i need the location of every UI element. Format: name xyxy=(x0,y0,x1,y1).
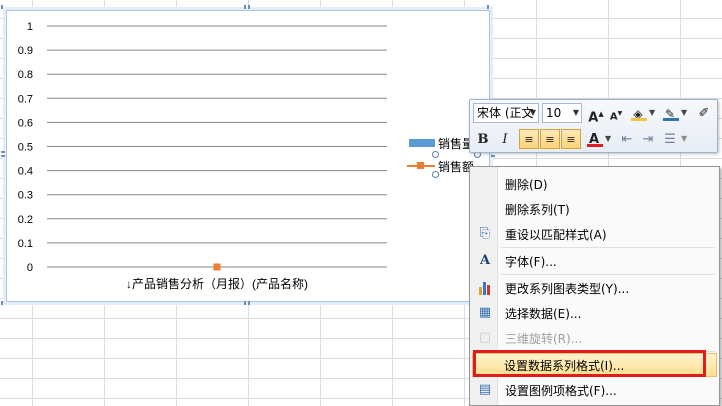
menu-item-label: 删除(D) xyxy=(505,178,548,192)
shrink-font-button[interactable]: A▼ xyxy=(606,103,626,123)
menu-item-label: 更改系列图表类型(Y)... xyxy=(505,282,630,296)
menu-item-select-data[interactable]: ▦ 选择数据(E)... xyxy=(472,301,717,325)
bold-button[interactable]: B xyxy=(473,129,493,149)
y-tick-label: 0.7 xyxy=(18,93,33,105)
menu-item-delete[interactable]: 删除(D) xyxy=(472,172,717,196)
align-right-button[interactable]: ≡ xyxy=(561,129,581,149)
menu-item-3d-rotation: ▢ 三维旋转(R)... xyxy=(472,326,717,350)
decrease-indent-icon: ⇤ xyxy=(621,132,633,147)
reset-style-icon: ⎘ xyxy=(479,226,491,241)
align-center-icon: ≡ xyxy=(545,133,555,146)
legend-selection-handle[interactable] xyxy=(432,151,439,158)
menu-separator xyxy=(501,247,715,248)
y-tick-label: 0.5 xyxy=(18,142,33,154)
menu-item-label: 重设以匹配样式(A) xyxy=(505,228,607,242)
chart-resize-handle-topleft[interactable] xyxy=(1,5,5,9)
y-axis-tick-labels: 0 0.1 0.2 0.3 0.4 0.5 0.6 0.7 0.8 0.9 1 xyxy=(18,21,33,274)
shrink-font-icon: A xyxy=(609,111,618,123)
select-data-icon: ▦ xyxy=(478,305,492,320)
bold-icon: B xyxy=(477,132,489,147)
chevron-down-icon[interactable]: ▼ xyxy=(681,129,687,149)
legend-swatch-bar-icon xyxy=(409,139,435,147)
chart-resize-handle-top[interactable] xyxy=(244,5,252,9)
fill-color-bar xyxy=(631,118,647,121)
y-tick-label: 0.1 xyxy=(18,238,33,250)
font-name-value: 宋体 (正文 xyxy=(477,106,534,120)
chart-resize-handle-bottomleft[interactable] xyxy=(1,301,5,305)
y-tick-label: 0.3 xyxy=(18,190,33,202)
chart-resize-handle-topright[interactable] xyxy=(487,5,491,9)
line-color-button[interactable]: ✎ xyxy=(660,103,680,123)
chart-object[interactable]: 0 0.1 0.2 0.3 0.4 0.5 0.6 0.7 0.8 0.9 1 ↓产品销售分析（月报… xyxy=(1,5,495,305)
y-tick-label: 0.8 xyxy=(18,69,33,81)
y-tick-label: 0.6 xyxy=(18,117,33,129)
chevron-down-icon: ▼ xyxy=(529,108,536,117)
x-category-label: ↓产品销售分析（月报）(产品名称) xyxy=(126,276,308,291)
legend-swatch-marker-icon xyxy=(417,162,424,169)
decrease-indent-button[interactable]: ⇤ xyxy=(617,129,637,149)
font-color-bar xyxy=(587,144,603,147)
font-size-value: 10 xyxy=(546,106,562,120)
chevron-down-icon: ▼ xyxy=(572,108,579,117)
font-size-combo[interactable]: 10 ▼ xyxy=(542,103,582,123)
italic-icon: I xyxy=(502,132,508,147)
menu-item-delete-series[interactable]: 删除系列(T) xyxy=(472,197,717,221)
y-tick-label: 0 xyxy=(27,262,33,274)
increase-indent-button[interactable]: ⇥ xyxy=(638,129,658,149)
align-right-icon: ≡ xyxy=(566,133,576,146)
grow-font-button[interactable]: A▲ xyxy=(586,103,606,126)
chevron-down-icon[interactable]: ▼ xyxy=(649,103,655,123)
menu-separator xyxy=(501,274,715,275)
y-tick-label: 1 xyxy=(27,21,33,33)
menu-item-label: 字体(F)... xyxy=(505,255,557,269)
chevron-down-icon[interactable]: ▼ xyxy=(681,103,687,123)
align-left-button[interactable]: ≡ xyxy=(519,129,539,149)
x-axis-category-labels: ↓产品销售分析（月报）(产品名称) xyxy=(126,276,308,291)
italic-button[interactable]: I xyxy=(495,129,515,149)
font-color-button[interactable]: A xyxy=(584,129,604,149)
menu-item-label: 删除系列(T) xyxy=(505,203,570,217)
chevron-down-icon[interactable]: ▼ xyxy=(605,129,611,149)
menu-item-change-chart-type[interactable]: 更改系列图表类型(Y)... xyxy=(472,276,717,300)
legend-entry-sales-volume[interactable]: 销售量 xyxy=(405,134,475,152)
grow-font-icon: A xyxy=(588,110,599,126)
line-color-bar xyxy=(663,118,679,121)
series-layer xyxy=(213,263,221,271)
format-painter-button[interactable]: ✐ xyxy=(694,103,714,123)
menu-item-font[interactable]: A 字体(F)... xyxy=(472,249,717,273)
increase-indent-icon: ⇥ xyxy=(642,132,654,147)
font-icon: A xyxy=(479,253,491,268)
chart-resize-handle-left[interactable] xyxy=(1,151,5,159)
bullet-list-icon: ☰ xyxy=(664,132,676,147)
align-center-button[interactable]: ≡ xyxy=(540,129,560,149)
y-tick-label: 0.9 xyxy=(18,45,33,57)
legend-selection-handle[interactable] xyxy=(432,171,439,178)
legend-entry-sales-amount[interactable]: 销售额 xyxy=(405,157,475,175)
font-name-combo[interactable]: 宋体 (正文 ▼ xyxy=(473,103,539,123)
menu-item-label: 三维旋转(R)... xyxy=(505,332,583,346)
align-left-icon: ≡ xyxy=(524,133,534,146)
chart-type-icon xyxy=(476,279,494,297)
menu-item-reset-style[interactable]: ⎘ 重设以匹配样式(A) xyxy=(472,222,717,246)
menu-item-label: 选择数据(E)... xyxy=(505,307,582,321)
menu-item-format-legend-entry[interactable]: ▤ 设置图例项格式(F)... xyxy=(472,378,717,402)
annotation-highlight-box xyxy=(473,350,706,377)
y-tick-label: 0.2 xyxy=(18,214,33,226)
fill-color-button[interactable]: ◈ xyxy=(628,103,648,123)
series-point-2[interactable] xyxy=(213,263,221,271)
format-legend-icon: ▤ xyxy=(478,382,492,397)
menu-item-label: 设置图例项格式(F)... xyxy=(505,384,617,398)
mini-toolbar: 宋体 (正文 ▼ 10 ▼ A▲ A▼ ◈ ▼ ✎ ▼ ✐ B I ≡ ≡ ≡ … xyxy=(469,99,718,153)
y-tick-label: 0.4 xyxy=(18,166,33,178)
bullets-button[interactable]: ☰ xyxy=(660,129,680,149)
gridlines xyxy=(47,25,387,268)
brush-icon: ✐ xyxy=(698,106,710,121)
3d-rotation-icon: ▢ xyxy=(478,330,492,345)
